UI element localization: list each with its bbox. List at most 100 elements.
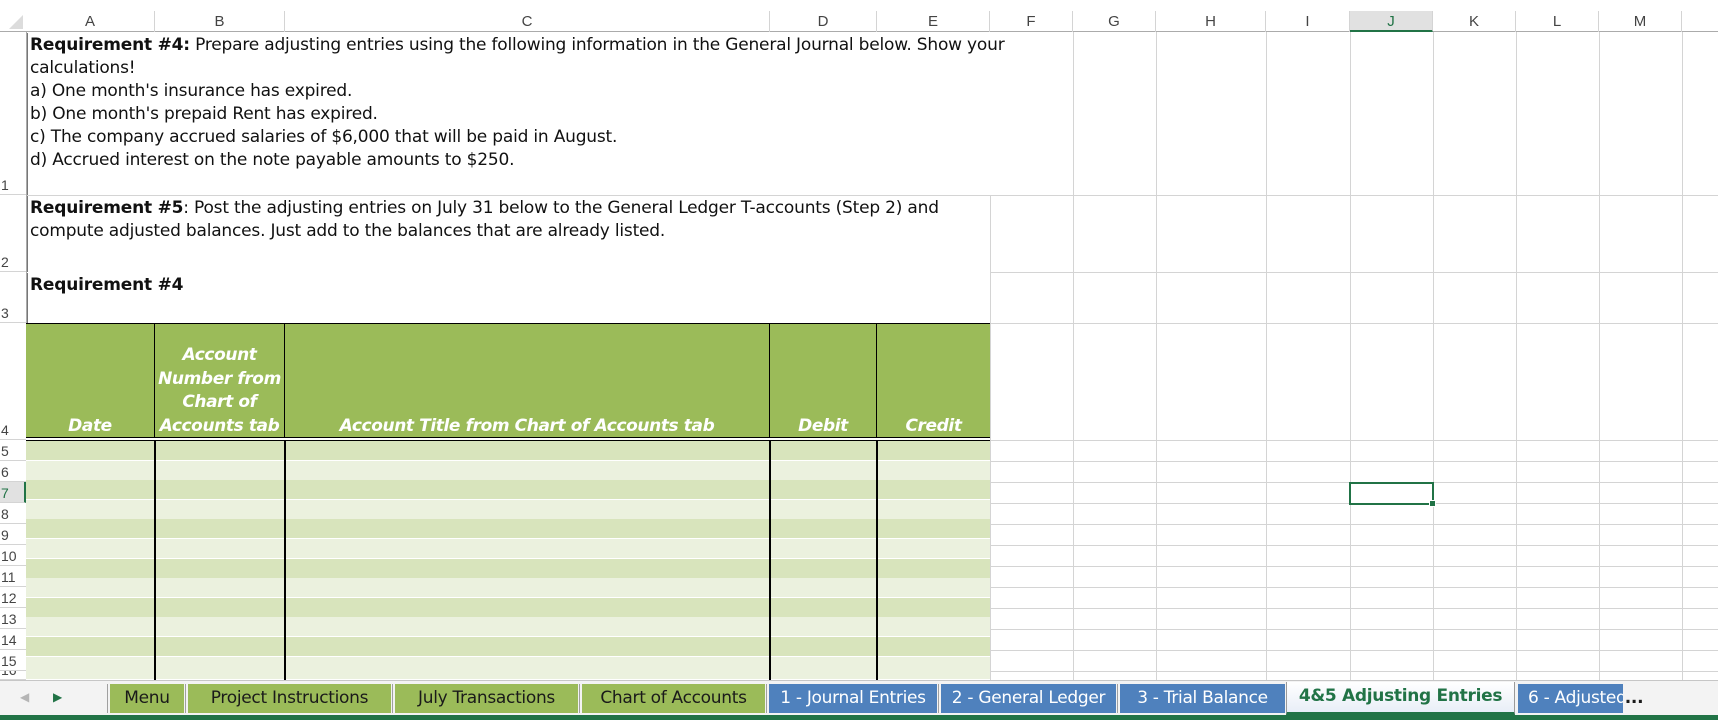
journal-cell-account-title[interactable]	[285, 657, 770, 679]
tab-project-instructions[interactable]: Project Instructions	[188, 684, 391, 713]
journal-cell-debit[interactable]	[770, 617, 877, 636]
journal-cell-account-title[interactable]	[285, 500, 770, 519]
column-header-f[interactable]: F	[990, 11, 1073, 32]
journal-cell-date[interactable]	[26, 461, 155, 480]
journal-cell-credit[interactable]	[877, 461, 990, 480]
journal-cell-account-title[interactable]	[285, 480, 770, 499]
journal-cell-credit[interactable]	[877, 500, 990, 519]
journal-cell-account-title[interactable]	[285, 559, 770, 578]
journal-header-credit[interactable]: Credit	[877, 324, 990, 439]
column-header-b[interactable]: B	[155, 11, 285, 32]
journal-cell-credit[interactable]	[877, 637, 990, 656]
journal-cell-debit[interactable]	[770, 657, 877, 679]
column-header-l[interactable]: L	[1516, 11, 1599, 32]
journal-cell-credit[interactable]	[877, 539, 990, 558]
row-header-8[interactable]: 8	[0, 503, 26, 524]
journal-cell-date[interactable]	[26, 559, 155, 578]
journal-cell-debit[interactable]	[770, 480, 877, 499]
journal-cell-debit[interactable]	[770, 637, 877, 656]
journal-cell-account-title[interactable]	[285, 519, 770, 538]
journal-cell-debit[interactable]	[770, 578, 877, 597]
journal-cell-account-title[interactable]	[285, 578, 770, 597]
journal-cell-date[interactable]	[26, 598, 155, 617]
journal-cell-debit[interactable]	[770, 500, 877, 519]
journal-cell-credit[interactable]	[877, 617, 990, 636]
journal-cell-account-number[interactable]	[155, 500, 285, 519]
column-header-k[interactable]: K	[1433, 11, 1516, 32]
journal-cell-credit[interactable]	[877, 657, 990, 679]
journal-cell-credit[interactable]	[877, 578, 990, 597]
row-header-13[interactable]: 13	[0, 608, 26, 629]
journal-cell-date[interactable]	[26, 637, 155, 656]
journal-cell-account-title[interactable]	[285, 539, 770, 558]
journal-cell-date[interactable]	[26, 539, 155, 558]
row-header-11[interactable]: 11	[0, 566, 26, 587]
journal-cell-date[interactable]	[26, 657, 155, 679]
journal-cell-date[interactable]	[26, 441, 155, 460]
scroll-tabs-left-icon[interactable]: ◀	[20, 690, 29, 704]
tab-journal-entries[interactable]: 1 - Journal Entries	[769, 684, 937, 713]
tabs-overflow-indicator[interactable]: ...	[1624, 684, 1644, 713]
requirement-4-instructions-cell[interactable]: Requirement #4: Prepare adjusting entrie…	[27, 33, 1072, 195]
column-header-a[interactable]: A	[26, 11, 155, 32]
row-header-10[interactable]: 10	[0, 545, 26, 566]
row-header-12[interactable]: 12	[0, 587, 26, 608]
journal-cell-debit[interactable]	[770, 598, 877, 617]
journal-cell-date[interactable]	[26, 500, 155, 519]
column-header-j[interactable]: J	[1350, 11, 1433, 32]
row-header-5[interactable]: 5	[0, 440, 26, 461]
journal-cell-account-number[interactable]	[155, 519, 285, 538]
tab-adjusting-entries[interactable]: 4&5 Adjusting Entries	[1286, 682, 1515, 715]
journal-cell-credit[interactable]	[877, 480, 990, 499]
journal-cell-credit[interactable]	[877, 559, 990, 578]
journal-cell-credit[interactable]	[877, 519, 990, 538]
row-header-6[interactable]: 6	[0, 461, 26, 482]
journal-cell-account-title[interactable]	[285, 461, 770, 480]
tab-general-ledger[interactable]: 2 - General Ledger	[941, 684, 1116, 713]
row-header-4[interactable]: 4	[0, 323, 26, 440]
journal-cell-date[interactable]	[26, 617, 155, 636]
scroll-tabs-right-icon[interactable]: ▶	[53, 690, 62, 704]
journal-cell-debit[interactable]	[770, 441, 877, 460]
section-title[interactable]: Requirement #4	[27, 273, 989, 323]
journal-cell-account-number[interactable]	[155, 441, 285, 460]
journal-header-account-title[interactable]: Account Title from Chart of Accounts tab	[285, 324, 770, 439]
column-header-e[interactable]: E	[877, 11, 990, 32]
journal-cell-date[interactable]	[26, 578, 155, 597]
column-header-i[interactable]: I	[1266, 11, 1350, 32]
journal-cell-credit[interactable]	[877, 598, 990, 617]
journal-cell-account-number[interactable]	[155, 617, 285, 636]
journal-cell-account-title[interactable]	[285, 598, 770, 617]
journal-cell-account-number[interactable]	[155, 657, 285, 679]
row-header-7[interactable]: 7	[0, 482, 26, 503]
tab-adjusted[interactable]: 6 - Adjusted	[1518, 684, 1623, 713]
tab-chart-of-accounts[interactable]: Chart of Accounts	[582, 684, 765, 713]
journal-cell-debit[interactable]	[770, 519, 877, 538]
journal-cell-debit[interactable]	[770, 539, 877, 558]
tab-trial-balance[interactable]: 3 - Trial Balance	[1120, 684, 1285, 713]
select-all-button[interactable]	[0, 11, 26, 32]
requirement-5-cell[interactable]: Requirement #5: Post the adjusting entri…	[27, 196, 989, 272]
journal-cell-date[interactable]	[26, 480, 155, 499]
journal-cell-account-number[interactable]	[155, 461, 285, 480]
row-header-2[interactable]: 2	[0, 195, 26, 272]
column-header-m[interactable]: M	[1599, 11, 1682, 32]
journal-header-date[interactable]: Date	[26, 324, 155, 439]
row-header-15[interactable]: 15	[0, 650, 26, 671]
tab-july-transactions[interactable]: July Transactions	[395, 684, 578, 713]
row-header-3[interactable]: 3	[0, 272, 26, 323]
tab-menu[interactable]: Menu	[110, 684, 184, 713]
row-header-16[interactable]: 16	[0, 671, 26, 680]
journal-cell-date[interactable]	[26, 519, 155, 538]
journal-cell-account-number[interactable]	[155, 539, 285, 558]
column-header-h[interactable]: H	[1156, 11, 1266, 32]
journal-cell-debit[interactable]	[770, 559, 877, 578]
journal-header-debit[interactable]: Debit	[770, 324, 877, 439]
row-header-14[interactable]: 14	[0, 629, 26, 650]
column-header-g[interactable]: G	[1073, 11, 1156, 32]
column-header-d[interactable]: D	[770, 11, 877, 32]
journal-cell-account-number[interactable]	[155, 578, 285, 597]
journal-cell-account-title[interactable]	[285, 441, 770, 460]
row-header-1[interactable]: 1	[0, 32, 26, 195]
selected-cell-j7[interactable]	[1349, 482, 1434, 505]
